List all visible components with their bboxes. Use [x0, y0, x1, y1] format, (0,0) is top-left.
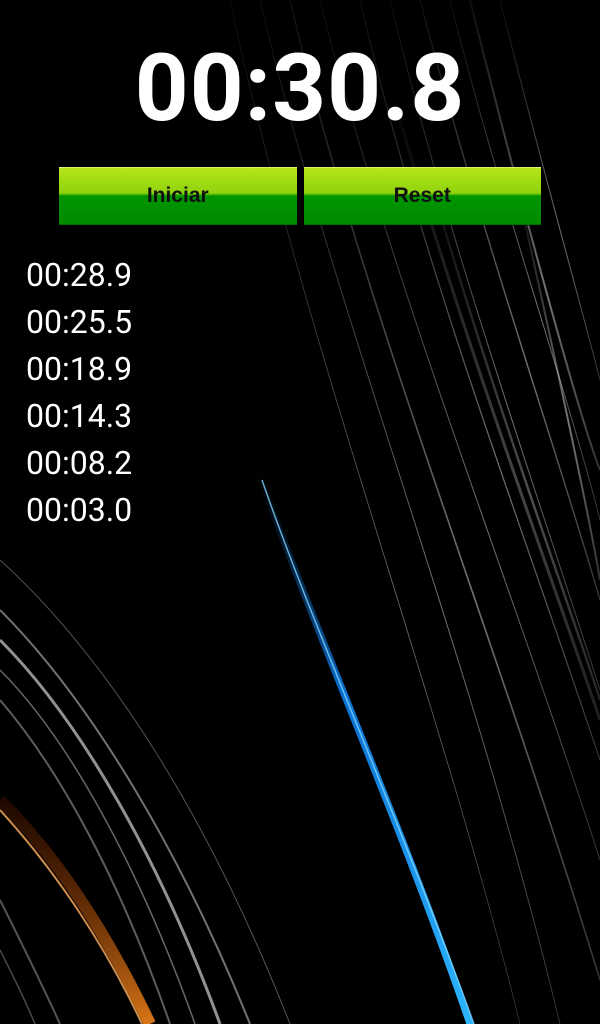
lap-item: 00:14.3 — [26, 397, 133, 435]
lap-item: 00:08.2 — [26, 444, 133, 482]
elapsed-time-display: 00:30.8 — [134, 33, 466, 143]
lap-list: 00:28.9 00:25.5 00:18.9 00:14.3 00:08.2 … — [26, 252, 132, 534]
start-button[interactable]: Iniciar — [59, 167, 297, 225]
lap-item: 00:03.0 — [26, 491, 133, 529]
lap-item: 00:18.9 — [26, 350, 133, 388]
stopwatch-screen: 00:30.8 Iniciar Reset 00:28.9 00:25.5 00… — [0, 0, 600, 1024]
control-buttons: Iniciar Reset — [59, 167, 541, 225]
lap-item: 00:25.5 — [26, 303, 133, 341]
lap-item: 00:28.9 — [26, 256, 133, 294]
reset-button[interactable]: Reset — [303, 167, 541, 225]
